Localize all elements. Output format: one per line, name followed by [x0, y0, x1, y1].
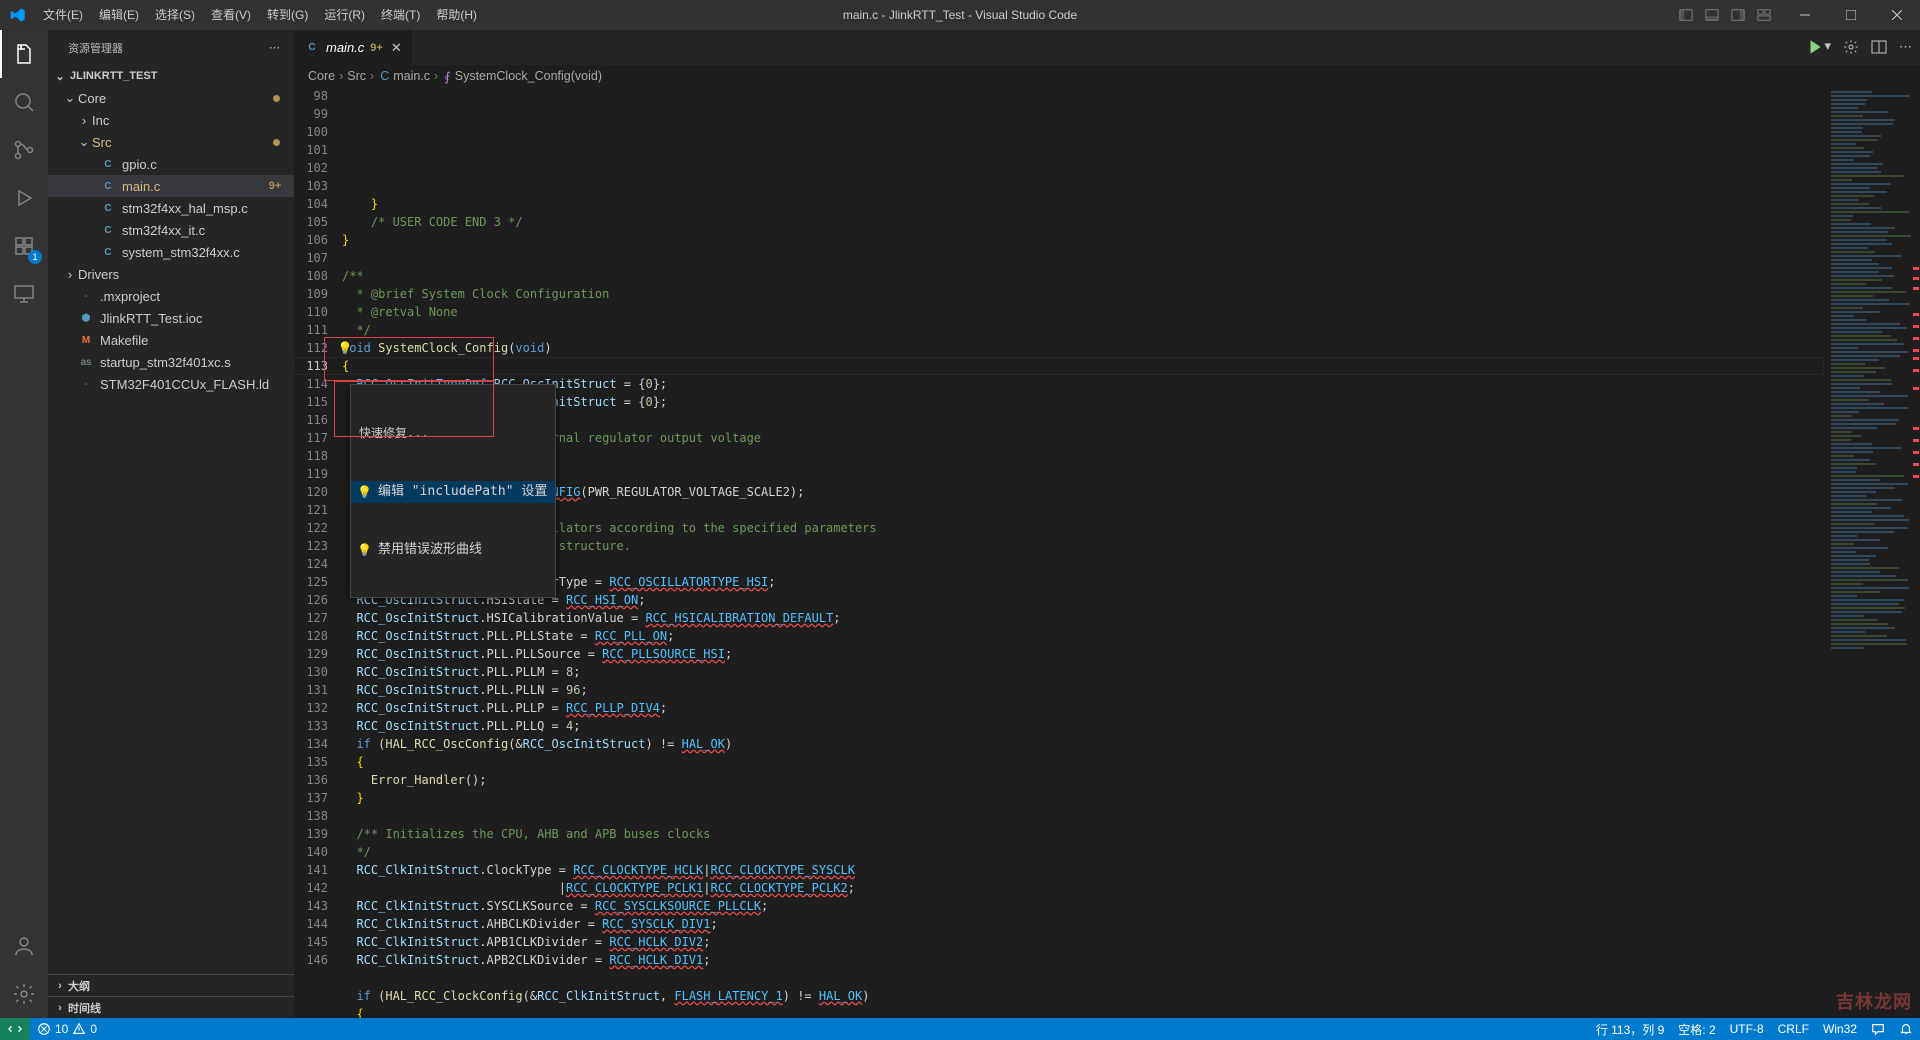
sidebar: 资源管理器 ⋯ ⌄JLINKRTT_TEST ⌄Core ›Inc ⌄Src C…	[48, 30, 294, 1018]
vscode-logo-icon	[0, 7, 35, 23]
layout-panel-icon[interactable]	[1704, 7, 1720, 23]
quickfix-header: 快速修复...	[351, 421, 555, 445]
extensions-badge: 1	[28, 250, 42, 264]
split-editor-icon[interactable]	[1871, 39, 1887, 55]
minimize-button[interactable]	[1782, 0, 1828, 30]
status-bar: 10 0 行 113，列 9 空格: 2 UTF-8 CRLF Win32	[0, 1018, 1920, 1040]
file-it[interactable]: Cstm32f4xx_it.c	[48, 219, 294, 241]
file-makefile[interactable]: MMakefile	[48, 329, 294, 351]
editor-more-icon[interactable]: ⋯	[1899, 39, 1912, 55]
extensions-icon[interactable]: 1	[0, 222, 48, 270]
explorer-icon[interactable]	[0, 30, 48, 78]
layout-custom-icon[interactable]	[1756, 7, 1772, 23]
cursor-position[interactable]: 行 113，列 9	[1589, 1018, 1671, 1040]
menu-run[interactable]: 运行(R)	[316, 0, 373, 30]
file-flash[interactable]: ◦STM32F401CCUx_FLASH.ld	[48, 373, 294, 395]
quickfix-item-disable-squiggle[interactable]: 💡禁用错误波形曲线	[351, 539, 555, 561]
sidebar-title: 资源管理器	[68, 40, 123, 56]
lightbulb-icon[interactable]: 💡	[337, 339, 353, 357]
editor-settings-icon[interactable]	[1843, 39, 1859, 55]
maximize-button[interactable]	[1828, 0, 1874, 30]
lang-status[interactable]: Win32	[1816, 1018, 1864, 1040]
layout-right-icon[interactable]	[1730, 7, 1746, 23]
folder-drivers[interactable]: ›Drivers	[48, 263, 294, 285]
settings-icon[interactable]	[0, 970, 48, 1018]
file-msp[interactable]: Cstm32f4xx_hal_msp.c	[48, 197, 294, 219]
file-tree: ⌄JLINKRTT_TEST ⌄Core ›Inc ⌄Src Cgpio.c C…	[48, 65, 294, 974]
layout-side-icon[interactable]	[1678, 7, 1694, 23]
breadcrumb[interactable]: Core› Src› Cmain.c› ⨐SystemClock_Config(…	[294, 65, 1920, 87]
file-ioc[interactable]: ⬢JlinkRTT_Test.ioc	[48, 307, 294, 329]
menu-selection[interactable]: 选择(S)	[147, 0, 203, 30]
encoding-status[interactable]: UTF-8	[1723, 1018, 1771, 1040]
menu-go[interactable]: 转到(G)	[259, 0, 316, 30]
folder-core[interactable]: ⌄Core	[48, 87, 294, 109]
code-text[interactable]: 💡 快速修复... 💡编辑 "includePath" 设置 💡禁用错误波形曲线…	[342, 87, 1824, 1018]
search-icon[interactable]	[0, 78, 48, 126]
feedback-icon[interactable]	[1864, 1018, 1892, 1040]
menu-edit[interactable]: 编辑(E)	[91, 0, 147, 30]
folder-inc[interactable]: ›Inc	[48, 109, 294, 131]
folder-src[interactable]: ⌄Src	[48, 131, 294, 153]
close-button[interactable]	[1874, 0, 1920, 30]
bell-icon[interactable]	[1892, 1018, 1920, 1040]
tab-main[interactable]: C main.c 9+ ✕	[294, 30, 413, 65]
file-mxproject[interactable]: ◦.mxproject	[48, 285, 294, 307]
file-main[interactable]: Cmain.c9+	[48, 175, 294, 197]
sidebar-more-icon[interactable]: ⋯	[269, 41, 282, 54]
outline-section[interactable]: ›大纲	[48, 974, 294, 996]
indent-status[interactable]: 空格: 2	[1671, 1018, 1722, 1040]
window-title: main.c - JlinkRTT_Test - Visual Studio C…	[843, 8, 1077, 22]
remote-explorer-icon[interactable]	[0, 270, 48, 318]
menu-file[interactable]: 文件(E)	[35, 0, 91, 30]
tabs: C main.c 9+ ✕ ▾ ⋯	[294, 30, 1920, 65]
file-startup[interactable]: asstartup_stm32f401xc.s	[48, 351, 294, 373]
eol-status[interactable]: CRLF	[1771, 1018, 1816, 1040]
line-gutter: 9899100101102103104105106107108109110111…	[294, 87, 342, 1018]
code-area[interactable]: 9899100101102103104105106107108109110111…	[294, 87, 1920, 1018]
menubar: 文件(E) 编辑(E) 选择(S) 查看(V) 转到(G) 运行(R) 终端(T…	[35, 0, 485, 30]
timeline-section[interactable]: ›时间线	[48, 996, 294, 1018]
menu-terminal[interactable]: 终端(T)	[373, 0, 428, 30]
remote-indicator[interactable]	[0, 1018, 30, 1040]
account-icon[interactable]	[0, 922, 48, 970]
activity-bar: 1	[0, 30, 48, 1018]
debug-icon[interactable]	[0, 174, 48, 222]
scm-icon[interactable]	[0, 126, 48, 174]
project-root[interactable]: ⌄JLINKRTT_TEST	[48, 65, 294, 87]
window-controls	[1668, 0, 1920, 30]
menu-help[interactable]: 帮助(H)	[428, 0, 485, 30]
title-bar: 文件(E) 编辑(E) 选择(S) 查看(V) 转到(G) 运行(R) 终端(T…	[0, 0, 1920, 30]
tab-close-icon[interactable]: ✕	[391, 40, 402, 56]
run-button-icon[interactable]: ▾	[1806, 38, 1831, 56]
problems-indicator[interactable]: 10 0	[30, 1018, 104, 1040]
menu-view[interactable]: 查看(V)	[203, 0, 259, 30]
quickfix-menu: 快速修复... 💡编辑 "includePath" 设置 💡禁用错误波形曲线	[350, 384, 556, 598]
minimap[interactable]	[1824, 87, 1920, 1018]
quickfix-item-includepath[interactable]: 💡编辑 "includePath" 设置	[351, 481, 555, 503]
file-gpio[interactable]: Cgpio.c	[48, 153, 294, 175]
file-sys[interactable]: Csystem_stm32f4xx.c	[48, 241, 294, 263]
editor: C main.c 9+ ✕ ▾ ⋯ Core› Src› Cmain.c› ⨐S…	[294, 30, 1920, 1018]
